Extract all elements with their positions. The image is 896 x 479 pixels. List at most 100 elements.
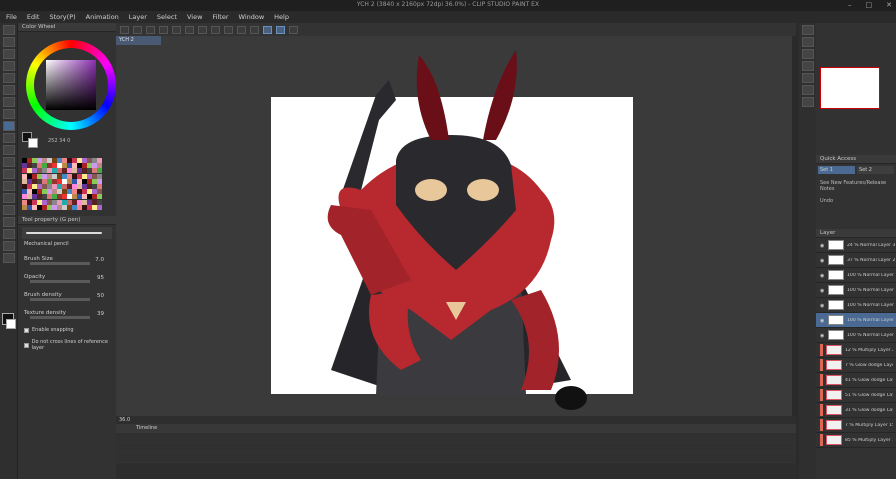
deselect-icon[interactable] [237,25,246,34]
open-icon[interactable] [133,25,142,34]
snap-ruler-2-icon[interactable] [276,25,285,34]
sub-color-swatch[interactable] [6,319,16,329]
pen-tool-icon[interactable] [3,109,15,119]
menu-file[interactable]: File [6,13,17,21]
transform-icon[interactable] [198,25,207,34]
subview-icon[interactable] [802,37,814,47]
blend-tool-icon[interactable] [3,169,15,179]
layer-row[interactable]: 7 % Multiply Layer 15 [816,418,896,433]
layer-row-selected[interactable]: ◉100 % Normal Layer 20 [816,313,896,328]
opacity-slider[interactable] [30,280,90,283]
eye-icon[interactable]: ◉ [820,273,825,279]
set-1-tab[interactable]: Set 1 [818,166,855,174]
menu-filter[interactable]: Filter [212,13,228,21]
menu-story[interactable]: Story(P) [49,13,75,21]
pencil-tool-icon[interactable] [3,121,15,131]
layer-row[interactable]: 7 % Glow dodge Layer 19 [816,358,896,373]
fill-icon[interactable] [211,25,220,34]
layer-row[interactable]: 31 % Glow dodge Layer 16 [816,403,896,418]
checkbox-icon[interactable] [24,342,29,348]
navigator-icon[interactable] [802,25,814,35]
brush-density-slider[interactable] [30,298,90,301]
set-2-tab[interactable]: Set 2 [857,166,894,174]
layer-property-icon[interactable] [802,73,814,83]
layer-row[interactable]: ◉ 100 % Normal Layer 4 [816,268,896,283]
eye-icon[interactable]: ◉ [820,303,825,309]
eye-icon[interactable]: ◉ [820,288,825,294]
gradient-tool-icon[interactable] [3,193,15,203]
texture-density-row[interactable]: Texture density 39 [24,309,110,321]
airbrush-tool-icon[interactable] [3,145,15,155]
enable-snapping-checkbox[interactable]: Enable snapping [24,327,110,333]
reference-layer-checkbox[interactable]: Do not cross lines of reference layer [24,339,110,351]
layer-row[interactable]: 41 % Glow dodge Layer 18 [816,373,896,388]
eye-icon[interactable]: ◉ [820,318,825,324]
snap-ruler-icon[interactable] [263,25,272,34]
material-icon[interactable] [802,85,814,95]
brush-tool-icon[interactable] [3,133,15,143]
canvas-vertical-scrollbar[interactable] [792,36,798,416]
item-bank-icon[interactable] [802,97,814,107]
undo-item[interactable]: Undo [820,198,892,204]
menu-layer[interactable]: Layer [129,13,147,21]
menu-animation[interactable]: Animation [86,13,119,21]
menu-view[interactable]: View [187,13,202,21]
info-icon[interactable] [802,49,814,59]
document-tab[interactable]: YCH 2 [116,36,161,45]
layer-move-tool-icon[interactable] [3,61,15,71]
save-icon[interactable] [146,25,155,34]
palette-swatch[interactable] [97,204,102,210]
layer-row[interactable]: 12 % Multiply Layer 21 [816,343,896,358]
balloon-tool-icon[interactable] [3,241,15,251]
invert-selection-icon[interactable] [250,25,259,34]
eye-icon[interactable]: ◉ [820,258,825,264]
maximize-icon[interactable]: □ [866,1,873,9]
brush-size-slider[interactable] [30,262,90,265]
selection-tool-icon[interactable] [3,73,15,83]
layer-row[interactable]: ◉ 100 % Normal Layer 8 [816,298,896,313]
select-all-icon[interactable] [224,25,233,34]
layer-row[interactable]: ◉ 100 % Normal Layer 6 [816,283,896,298]
frame-tool-icon[interactable] [3,217,15,227]
redo-icon[interactable] [172,25,181,34]
timeline-track[interactable] [116,433,796,443]
menu-help[interactable]: Help [274,13,289,21]
saturation-value-square[interactable] [46,60,96,110]
menu-edit[interactable]: Edit [27,13,40,21]
correct-line-tool-icon[interactable] [3,253,15,263]
timeline-track[interactable] [116,453,796,463]
layer-row[interactable]: 85 % Multiply Layer 14 [816,433,896,448]
eraser-tool-icon[interactable] [3,157,15,167]
brush-size-row[interactable]: Brush Size 7.0 [24,255,110,267]
background-color[interactable] [28,138,38,148]
brush-density-row[interactable]: Brush density 50 [24,291,110,303]
zoom-level[interactable]: 36.0 [119,417,130,423]
history-icon[interactable] [802,61,814,71]
clear-icon[interactable] [185,25,194,34]
checkbox-icon[interactable] [24,327,29,333]
eye-icon[interactable]: ◉ [820,333,825,339]
release-notes-item[interactable]: See New Features/Release Notes [820,180,892,192]
operation-tool-icon[interactable] [3,49,15,59]
layer-row[interactable]: ◉ 24 % Normal Layer 3 [816,238,896,253]
eyedropper-tool-icon[interactable] [3,97,15,107]
timeline-track[interactable] [116,443,796,453]
layer-row[interactable]: ◉ 37 % Normal Layer 2 [816,253,896,268]
zoom-tool-icon[interactable] [3,25,15,35]
eye-icon[interactable]: ◉ [820,243,825,249]
texture-density-slider[interactable] [30,316,90,319]
menu-window[interactable]: Window [239,13,265,21]
figure-tool-icon[interactable] [3,205,15,215]
close-icon[interactable]: ✕ [886,1,892,9]
undo-icon[interactable] [159,25,168,34]
snap-grid-icon[interactable] [289,25,298,34]
layer-row[interactable]: 51 % Glow dodge Layer 17 [816,388,896,403]
text-tool-icon[interactable] [3,229,15,239]
fill-tool-icon[interactable] [3,181,15,191]
navigator-thumbnail[interactable] [820,67,880,109]
move-tool-icon[interactable] [3,37,15,47]
minimize-icon[interactable]: – [848,1,852,9]
new-icon[interactable] [120,25,129,34]
auto-select-tool-icon[interactable] [3,85,15,95]
opacity-row[interactable]: Opacity 95 [24,273,110,285]
